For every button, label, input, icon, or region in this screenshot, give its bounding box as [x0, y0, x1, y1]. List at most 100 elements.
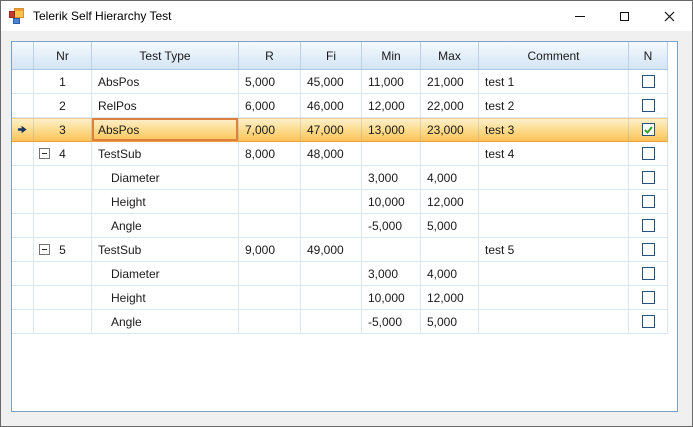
row-indicator-cell[interactable] — [12, 70, 34, 94]
cell-r[interactable]: 5,000 — [239, 70, 301, 94]
cell-nr[interactable] — [34, 262, 92, 286]
row-indicator-cell[interactable] — [12, 238, 34, 262]
cell-comment[interactable]: test 5 — [479, 238, 629, 262]
cell-fi[interactable]: 45,000 — [301, 70, 362, 94]
cell-fi[interactable] — [301, 262, 362, 286]
n-checkbox-unchecked[interactable] — [642, 243, 655, 256]
cell-n[interactable] — [629, 166, 668, 190]
cell-max[interactable]: 23,000 — [421, 118, 479, 142]
table-row[interactable]: 5TestSub9,00049,000test 5 — [12, 238, 668, 262]
cell-max[interactable]: 5,000 — [421, 214, 479, 238]
cell-nr[interactable] — [34, 310, 92, 334]
n-checkbox-unchecked[interactable] — [642, 75, 655, 88]
n-checkbox-checked[interactable] — [642, 123, 655, 136]
cell-nr[interactable]: 2 — [34, 94, 92, 118]
row-indicator-cell[interactable] — [12, 94, 34, 118]
cell-max[interactable] — [421, 142, 479, 166]
cell-max[interactable]: 21,000 — [421, 70, 479, 94]
cell-test_type[interactable]: Diameter — [92, 262, 239, 286]
n-checkbox-unchecked[interactable] — [642, 147, 655, 160]
cell-test_type[interactable]: Height — [92, 190, 239, 214]
cell-test_type[interactable]: TestSub — [92, 238, 239, 262]
cell-n[interactable] — [629, 214, 668, 238]
cell-min[interactable]: 11,000 — [362, 70, 421, 94]
cell-test_type[interactable]: Angle — [92, 310, 239, 334]
cell-nr[interactable] — [34, 286, 92, 310]
row-indicator-cell[interactable] — [12, 262, 34, 286]
cell-r[interactable] — [239, 310, 301, 334]
cell-n[interactable] — [629, 238, 668, 262]
cell-test_type[interactable]: Angle — [92, 214, 239, 238]
maximize-button[interactable] — [602, 1, 647, 31]
table-row[interactable]: 4TestSub8,00048,000test 4 — [12, 142, 668, 166]
cell-n[interactable] — [629, 94, 668, 118]
cell-n[interactable] — [629, 190, 668, 214]
cell-comment[interactable]: test 4 — [479, 142, 629, 166]
cell-min[interactable]: 10,000 — [362, 190, 421, 214]
n-checkbox-unchecked[interactable] — [642, 291, 655, 304]
n-checkbox-unchecked[interactable] — [642, 267, 655, 280]
cell-max[interactable] — [421, 238, 479, 262]
cell-comment[interactable] — [479, 286, 629, 310]
cell-min[interactable] — [362, 142, 421, 166]
cell-fi[interactable] — [301, 286, 362, 310]
minimize-button[interactable] — [557, 1, 602, 31]
cell-comment[interactable]: test 3 — [479, 118, 629, 142]
cell-n[interactable] — [629, 310, 668, 334]
cell-max[interactable]: 4,000 — [421, 166, 479, 190]
cell-nr[interactable]: 5 — [34, 238, 92, 262]
cell-fi[interactable]: 47,000 — [301, 118, 362, 142]
cell-r[interactable] — [239, 190, 301, 214]
cell-fi[interactable]: 48,000 — [301, 142, 362, 166]
column-header-min[interactable]: Min — [362, 42, 421, 69]
cell-r[interactable] — [239, 262, 301, 286]
cell-min[interactable]: 12,000 — [362, 94, 421, 118]
column-header-test_type[interactable]: Test Type — [92, 42, 239, 69]
column-header-max[interactable]: Max — [421, 42, 479, 69]
cell-fi[interactable] — [301, 190, 362, 214]
cell-r[interactable] — [239, 166, 301, 190]
cell-min[interactable]: -5,000 — [362, 310, 421, 334]
cell-min[interactable]: 10,000 — [362, 286, 421, 310]
cell-comment[interactable] — [479, 214, 629, 238]
cell-n[interactable] — [629, 262, 668, 286]
cell-max[interactable]: 22,000 — [421, 94, 479, 118]
cell-r[interactable]: 6,000 — [239, 94, 301, 118]
cell-test_type[interactable]: TestSub — [92, 142, 239, 166]
column-header-comment[interactable]: Comment — [479, 42, 629, 69]
row-indicator-cell[interactable] — [12, 214, 34, 238]
cell-max[interactable]: 5,000 — [421, 310, 479, 334]
cell-min[interactable]: 13,000 — [362, 118, 421, 142]
row-indicator-header[interactable] — [12, 42, 34, 69]
row-indicator-cell[interactable] — [12, 166, 34, 190]
row-indicator-cell[interactable] — [12, 118, 34, 142]
row-indicator-cell[interactable] — [12, 142, 34, 166]
cell-n[interactable] — [629, 70, 668, 94]
n-checkbox-unchecked[interactable] — [642, 171, 655, 184]
cell-test_type[interactable]: RelPos — [92, 94, 239, 118]
cell-test_type[interactable]: Height — [92, 286, 239, 310]
cell-comment[interactable] — [479, 166, 629, 190]
cell-fi[interactable] — [301, 310, 362, 334]
cell-fi[interactable]: 49,000 — [301, 238, 362, 262]
cell-comment[interactable] — [479, 190, 629, 214]
row-indicator-cell[interactable] — [12, 310, 34, 334]
table-row[interactable]: 3AbsPos7,00047,00013,00023,000test 3 — [12, 118, 668, 142]
n-checkbox-unchecked[interactable] — [642, 195, 655, 208]
column-header-n[interactable]: N — [629, 42, 668, 69]
n-checkbox-unchecked[interactable] — [642, 315, 655, 328]
row-indicator-cell[interactable] — [12, 190, 34, 214]
cell-min[interactable]: 3,000 — [362, 166, 421, 190]
cell-min[interactable] — [362, 238, 421, 262]
table-row[interactable]: Height10,00012,000 — [12, 286, 668, 310]
cell-n[interactable] — [629, 118, 668, 142]
table-row[interactable]: Diameter3,0004,000 — [12, 166, 668, 190]
n-checkbox-unchecked[interactable] — [642, 99, 655, 112]
cell-comment[interactable]: test 2 — [479, 94, 629, 118]
cell-r[interactable]: 8,000 — [239, 142, 301, 166]
row-indicator-cell[interactable] — [12, 286, 34, 310]
collapse-expander-icon[interactable] — [39, 148, 50, 159]
cell-nr[interactable]: 1 — [34, 70, 92, 94]
collapse-expander-icon[interactable] — [39, 244, 50, 255]
cell-nr[interactable] — [34, 214, 92, 238]
